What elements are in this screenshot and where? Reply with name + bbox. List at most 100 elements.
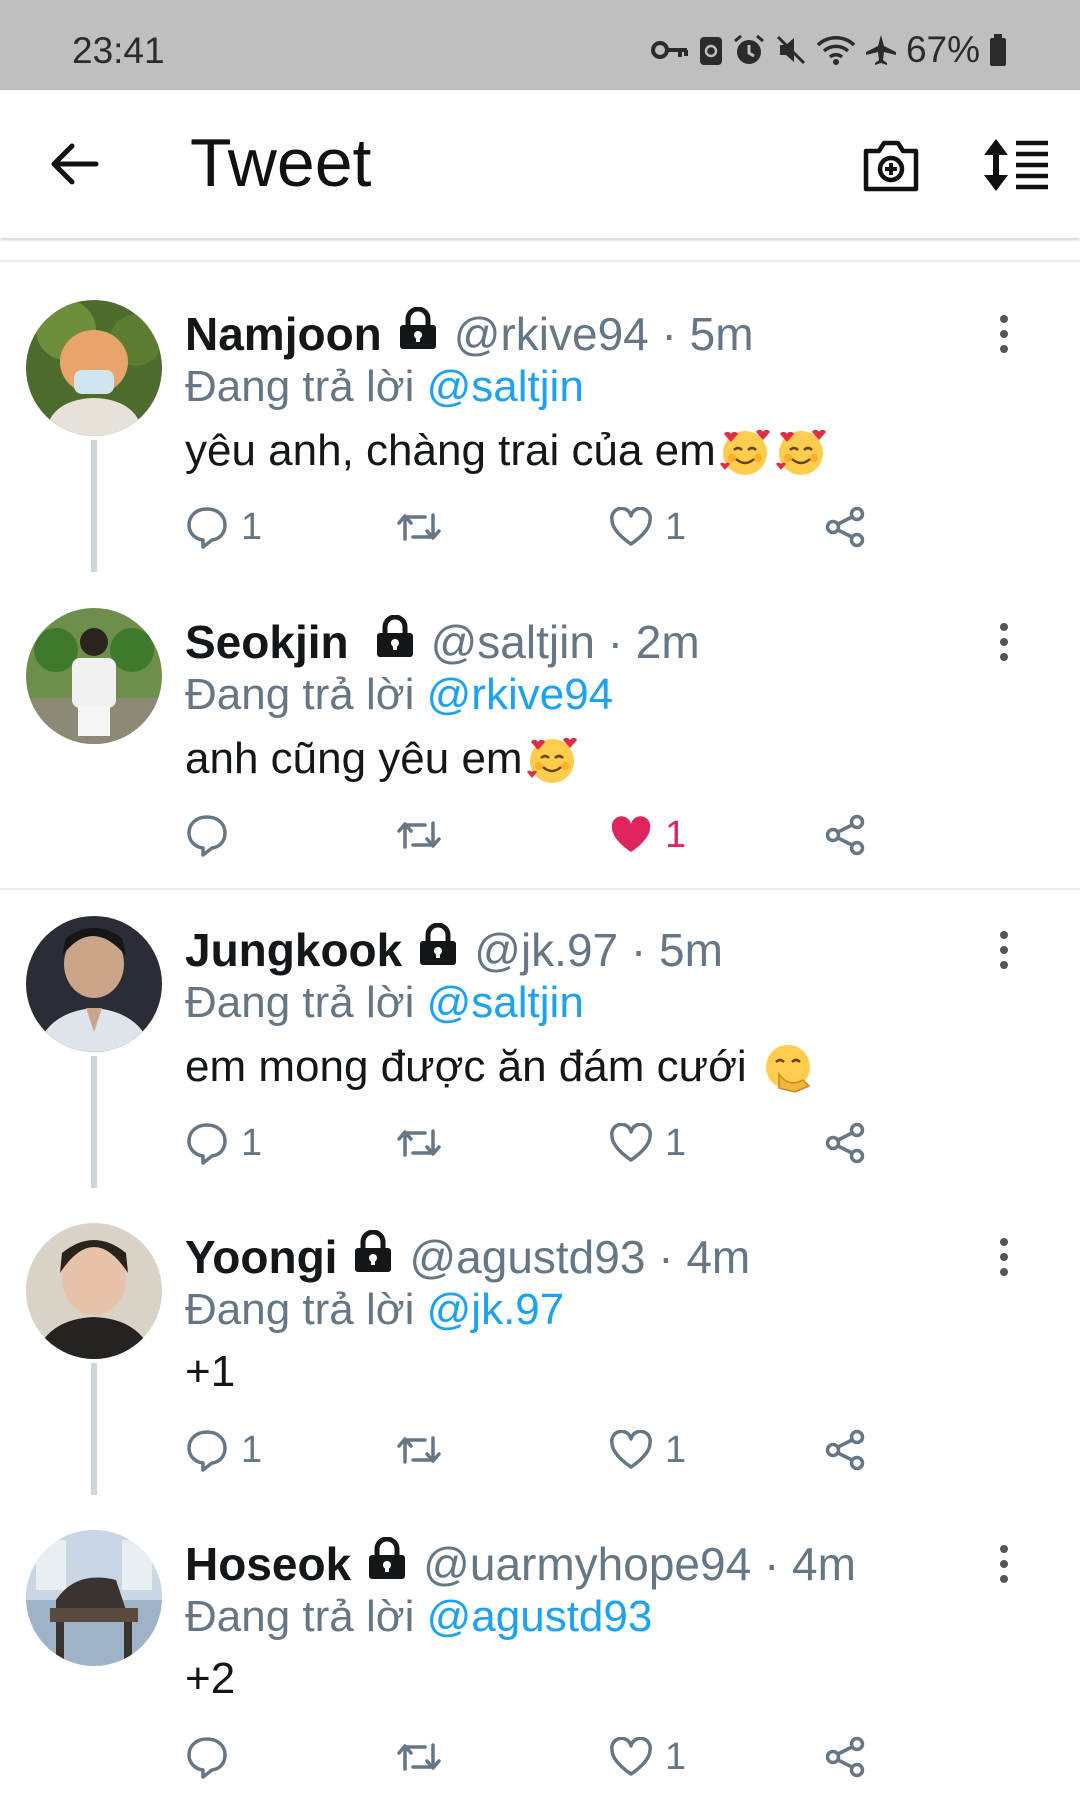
share-button[interactable] [823,497,867,557]
user-handle[interactable]: @saltjin [431,616,595,668]
like-button[interactable]: 1 [609,497,686,557]
more-options-button[interactable] [995,1237,1013,1277]
tweet-body: anh cũng yêu em [185,734,523,783]
share-icon [825,1429,865,1471]
mute-icon [776,35,805,65]
replying-to: Đang trả lời @jk.97 [185,1285,564,1335]
like-count: 1 [665,1121,687,1164]
share-button[interactable] [823,1113,867,1173]
avatar[interactable] [26,608,162,744]
back-button[interactable] [44,134,104,194]
user-handle[interactable]: @rkive94 [454,308,649,360]
share-button[interactable] [823,1727,867,1787]
share-icon [825,1736,865,1778]
reply-button[interactable] [185,1727,241,1787]
retweet-button[interactable] [395,1727,455,1787]
page-title: Tweet [190,125,372,201]
display-name[interactable]: Seokjin [185,615,349,669]
like-button[interactable]: 1 [609,1420,686,1480]
avatar[interactable] [26,916,162,1052]
reply-tweet[interactable]: Seokjin @saltjin · 2m Đang trả lời @rkiv… [0,570,1080,870]
thread-line [91,1056,97,1188]
mention-link[interactable]: @saltjin [427,362,584,411]
key-icon [650,41,688,59]
share-button[interactable] [823,1420,867,1480]
more-options-button[interactable] [995,314,1013,354]
user-handle[interactable]: @jk.97 [474,924,618,976]
reply-tweet[interactable]: Yoongi @agustd93 · 4m Đang trả lời @jk.9… [0,1185,1080,1495]
share-icon [825,506,865,548]
retweet-button[interactable] [395,497,455,557]
replying-to: Đang trả lời @agustd93 [185,1592,652,1642]
like-count: 1 [665,813,687,856]
replying-to-label: Đang trả lời [185,362,415,411]
tweet-time: · 5m [661,308,754,360]
reply-tweet[interactable]: Jungkook @jk.97 · 5m Đang trả lời @saltj… [0,878,1080,1188]
more-vertical-icon [1000,315,1008,353]
display-name[interactable]: Yoongi [185,1230,337,1284]
more-vertical-icon [1000,1545,1008,1583]
replying-to: Đang trả lời @saltjin [185,978,584,1028]
lock-icon [351,1229,395,1285]
more-options-button[interactable] [995,622,1013,662]
arrow-left-icon [51,143,99,185]
like-count: 1 [665,1428,687,1471]
avatar[interactable] [26,1530,162,1666]
reply-button[interactable]: 1 [185,1420,262,1480]
share-button[interactable] [823,805,867,865]
mention-link[interactable]: @jk.97 [427,1285,565,1334]
user-handle[interactable]: @agustd93 [409,1231,645,1283]
replying-to-label: Đang trả lời [185,1592,415,1641]
replying-to: Đang trả lời @saltjin [185,362,584,412]
retweet-icon [397,1743,441,1771]
mention-link[interactable]: @rkive94 [427,670,614,719]
tweet-text: em mong được ăn đám cưới [185,1040,815,1094]
camera-plus-icon [863,140,919,192]
reply-tweet[interactable]: Namjoon @rkive94 · 5m Đang trả lời @salt… [0,262,1080,572]
sort-replies-button[interactable] [982,137,1050,193]
like-button[interactable]: 1 [609,805,686,865]
alarm-icon [733,34,764,64]
mention-link[interactable]: @saltjin [427,978,584,1027]
heart-filled-icon [611,816,651,852]
share-icon [825,1122,865,1164]
more-options-button[interactable] [995,1544,1013,1584]
add-photo-button[interactable] [862,137,920,193]
reply-icon [187,507,227,549]
mention-link[interactable]: @agustd93 [427,1592,653,1641]
more-options-button[interactable] [995,930,1013,970]
status-icons: 67% [650,29,1008,70]
reply-button[interactable] [185,805,241,865]
heart-outline-icon [610,1737,652,1776]
smiling-face-with-hearts-icon [775,429,826,475]
avatar[interactable] [26,300,162,436]
top-app-bar: Tweet [0,90,1080,238]
retweet-button[interactable] [395,1420,455,1480]
display-name[interactable]: Hoseok [185,1537,351,1591]
avatar[interactable] [26,1223,162,1359]
reply-icon [187,1430,227,1472]
more-vertical-icon [1000,1238,1008,1276]
battery-icon [990,34,1006,66]
tweet-text: +1 [185,1347,235,1397]
reply-tweet[interactable]: Hoseok @uarmyhope94 · 4m Đang trả lời @a… [0,1492,1080,1792]
reply-button[interactable]: 1 [185,1113,262,1173]
battery-percent: 67% [905,29,980,70]
tweet-time: · 2m [607,616,700,668]
tweet-body: +1 [185,1347,236,1396]
tweet-time: · 4m [763,1538,856,1590]
like-button[interactable]: 1 [609,1113,686,1173]
status-bar: 23:41 67% [0,0,1080,90]
share-icon [825,814,865,856]
display-name[interactable]: Namjoon [185,307,382,361]
tweet-actions: 1 1 [185,1113,885,1173]
reply-button[interactable]: 1 [185,497,262,557]
retweet-button[interactable] [395,1113,455,1173]
retweet-button[interactable] [395,805,455,865]
reply-icon [187,815,227,857]
like-button[interactable]: 1 [609,1727,686,1787]
lock-icon [396,306,440,362]
user-handle[interactable]: @uarmyhope94 [423,1538,751,1590]
display-name[interactable]: Jungkook [185,923,402,977]
tweet-actions: 1 [185,805,885,865]
